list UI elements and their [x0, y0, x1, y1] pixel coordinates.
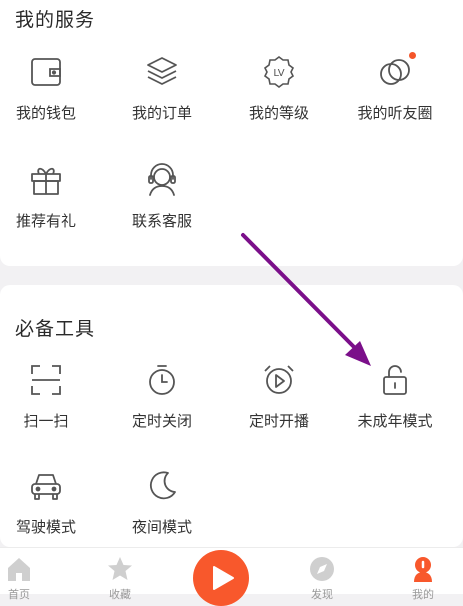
services-title: 我的服务: [15, 9, 96, 31]
tab-home-label: 首页: [8, 588, 30, 601]
alarm-play-icon: [264, 365, 294, 394]
customer-service-label: 联系客服: [131, 212, 192, 230]
scan-icon: [31, 365, 61, 395]
driving-mode-label: 驾驶模式: [15, 518, 76, 536]
night-mode-button[interactable]: 夜间模式: [104, 468, 220, 537]
tab-discover[interactable]: 发现: [276, 548, 368, 601]
tools-title: 必备工具: [15, 318, 96, 340]
tools-card: 必备工具 扫一扫 定时关闭 定时开播 未成年模式 驾驶模式 夜间模式: [0, 285, 463, 547]
layers-icon: [147, 57, 177, 85]
compass-icon: [310, 557, 334, 581]
teen-mode-label: 未成年模式: [357, 412, 433, 430]
home-icon: [8, 558, 30, 581]
tab-discover-label: 发现: [311, 588, 333, 601]
listener-circle-label: 我的听友圈: [357, 104, 433, 122]
play-button[interactable]: [193, 550, 249, 606]
orders-label: 我的订单: [131, 104, 192, 122]
timer-icon: [149, 365, 175, 395]
tab-favorites[interactable]: 收藏: [74, 548, 166, 601]
referral-button[interactable]: 推荐有礼: [0, 162, 104, 231]
sleep-timer-label: 定时关闭: [131, 412, 192, 430]
profile-icon: [414, 557, 432, 582]
driving-mode-button[interactable]: 驾驶模式: [0, 468, 104, 537]
wallet-label: 我的钱包: [15, 104, 76, 122]
moon-icon: [150, 471, 176, 500]
scan-button[interactable]: 扫一扫: [0, 362, 104, 431]
star-icon: [108, 557, 132, 580]
sleep-timer-button[interactable]: 定时关闭: [104, 362, 220, 431]
lock-icon: [383, 365, 407, 395]
notification-dot: [409, 52, 416, 59]
lv-badge-icon: LV: [263, 56, 295, 88]
services-card: 我的服务 我的钱包 我的订单 LV 我的等级 我的听友圈 推荐有礼 联系客服: [0, 0, 463, 266]
wallet-icon: [31, 58, 61, 86]
tab-profile[interactable]: 我的: [377, 548, 463, 601]
level-label: 我的等级: [248, 104, 309, 122]
tab-favorites-label: 收藏: [109, 588, 131, 601]
listener-circle-button[interactable]: 我的听友圈: [337, 52, 453, 123]
scheduled-play-button[interactable]: 定时开播: [221, 362, 337, 431]
night-mode-label: 夜间模式: [131, 518, 192, 536]
car-icon: [31, 474, 61, 500]
teen-mode-button[interactable]: 未成年模式: [337, 362, 453, 431]
scheduled-play-label: 定时开播: [248, 412, 309, 430]
orders-button[interactable]: 我的订单: [104, 54, 220, 123]
headset-icon: [148, 163, 176, 196]
tab-home[interactable]: 首页: [0, 548, 65, 601]
referral-label: 推荐有礼: [15, 212, 76, 230]
svg-text:LV: LV: [273, 68, 284, 79]
tab-profile-label: 我的: [412, 588, 434, 601]
scan-label: 扫一扫: [23, 412, 69, 430]
customer-service-button[interactable]: 联系客服: [104, 162, 220, 231]
play-icon: [213, 566, 234, 590]
gift-icon: [31, 167, 61, 195]
circles-icon: [380, 59, 410, 85]
level-button[interactable]: LV 我的等级: [221, 54, 337, 123]
wallet-button[interactable]: 我的钱包: [0, 54, 104, 123]
